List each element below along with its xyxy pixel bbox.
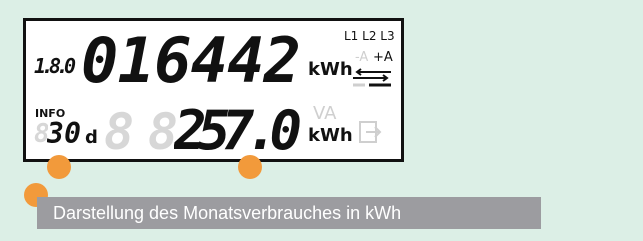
period-value: 30	[47, 117, 81, 147]
period-value-text: 30	[47, 117, 81, 147]
top-unit: kWh	[308, 59, 353, 80]
bottom-unit-ghost: VA	[313, 103, 337, 124]
direction-arrows-icon	[353, 68, 391, 87]
direction-plus: +A	[373, 50, 393, 65]
top-reading: 016442	[81, 28, 301, 88]
bottom-reading: 257.0	[174, 101, 302, 155]
direction-minus: -A	[355, 50, 369, 65]
svg-text:8: 8	[34, 119, 48, 146]
meter-display-panel: 1.8.0 016442 kWh L1 L2 L3 -A +A INFO 8 3…	[23, 18, 404, 162]
caption-bar: Darstellung des Monatsverbrauches in kWh	[37, 197, 541, 229]
obis-code: 1.8.0	[34, 54, 76, 77]
obis-code-text: 1.8.0	[34, 54, 76, 77]
ghost-digit-small: 8	[34, 119, 48, 146]
top-reading-value: 016442	[81, 28, 301, 88]
export-icon	[359, 121, 382, 143]
ghost-digits-large: 88	[104, 103, 178, 153]
svg-text:88: 88	[104, 103, 178, 153]
phase-indicators: L1 L2 L3	[344, 29, 395, 43]
bottom-unit: kWh	[308, 125, 353, 146]
period-unit: d	[85, 127, 98, 148]
marker-days-indicator	[47, 155, 71, 179]
marker-reading-indicator	[238, 155, 262, 179]
bottom-reading-value: 257.0	[174, 101, 302, 155]
